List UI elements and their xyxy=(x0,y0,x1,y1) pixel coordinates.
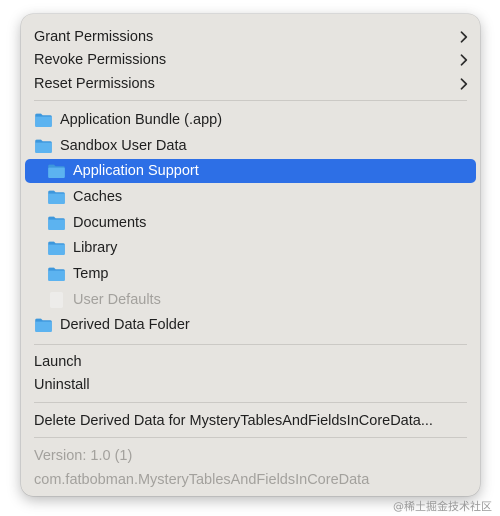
folder-icon xyxy=(34,112,53,128)
menu-item-caches[interactable]: Caches xyxy=(25,185,476,209)
version-info: Version: 1.0 (1) xyxy=(25,444,476,468)
bundle-id-info: com.fatbobman.MysteryTablesAndFieldsInCo… xyxy=(25,468,476,492)
folder-icon xyxy=(47,189,66,205)
menu-item-sandbox-user-data[interactable]: Sandbox User Data xyxy=(25,134,476,158)
folder-icon xyxy=(34,317,53,333)
chevron-right-icon xyxy=(460,78,468,90)
menu-item-derived-data-folder[interactable]: Derived Data Folder xyxy=(25,313,476,337)
menu-item-label: Uninstall xyxy=(34,377,90,393)
menu-item-label: Library xyxy=(73,240,118,256)
folder-icon xyxy=(34,138,53,154)
menu-item-application-bundle[interactable]: Application Bundle (.app) xyxy=(25,108,476,132)
version-label: Version: 1.0 (1) xyxy=(34,448,133,464)
folder-icon xyxy=(47,240,66,256)
menu-item-application-support[interactable]: Application Support xyxy=(25,159,476,183)
menu-item-label: User Defaults xyxy=(73,292,161,308)
menu-item-documents[interactable]: Documents xyxy=(25,211,476,235)
menu-item-delete-derived-data[interactable]: Delete Derived Data for MysteryTablesAnd… xyxy=(25,409,476,433)
menu-item-launch[interactable]: Launch xyxy=(25,350,476,374)
menu-item-label: Launch xyxy=(34,354,82,370)
menu-item-revoke-permissions[interactable]: Revoke Permissions xyxy=(25,48,476,72)
menu-separator xyxy=(34,100,467,101)
menu-item-user-defaults: User Defaults xyxy=(25,288,476,312)
chevron-right-icon xyxy=(460,31,468,43)
folder-icon xyxy=(47,163,66,179)
menu-separator xyxy=(34,437,467,438)
menu-item-temp[interactable]: Temp xyxy=(25,262,476,286)
menu-separator xyxy=(34,344,467,345)
menu-item-label: Revoke Permissions xyxy=(34,52,167,68)
menu-item-grant-permissions[interactable]: Grant Permissions xyxy=(25,25,476,49)
menu-separator xyxy=(34,402,467,403)
bundle-id-label: com.fatbobman.MysteryTablesAndFieldsInCo… xyxy=(34,472,370,488)
document-icon xyxy=(50,292,63,308)
menu-item-reset-permissions[interactable]: Reset Permissions xyxy=(25,72,476,96)
menu-item-label: Application Bundle (.app) xyxy=(60,112,223,128)
menu-item-label: Temp xyxy=(73,266,109,282)
menu-item-label: Documents xyxy=(73,215,147,231)
menu-item-library[interactable]: Library xyxy=(25,236,476,260)
chevron-right-icon xyxy=(460,54,468,66)
menu-item-label: Caches xyxy=(73,189,123,205)
menu-item-uninstall[interactable]: Uninstall xyxy=(25,373,476,397)
menu-item-label: Delete Derived Data for MysteryTablesAnd… xyxy=(34,413,433,429)
watermark: @稀土掘金技术社区 xyxy=(393,500,492,513)
menu-item-label: Grant Permissions xyxy=(34,29,154,45)
menu-item-label: Reset Permissions xyxy=(34,76,155,92)
folder-icon xyxy=(47,215,66,231)
menu-item-label: Sandbox User Data xyxy=(60,138,187,154)
context-menu: Grant Permissions Revoke Permissions Res… xyxy=(21,14,480,496)
menu-item-label: Derived Data Folder xyxy=(60,317,190,333)
menu-item-label: Application Support xyxy=(73,163,199,179)
folder-icon xyxy=(47,266,66,282)
